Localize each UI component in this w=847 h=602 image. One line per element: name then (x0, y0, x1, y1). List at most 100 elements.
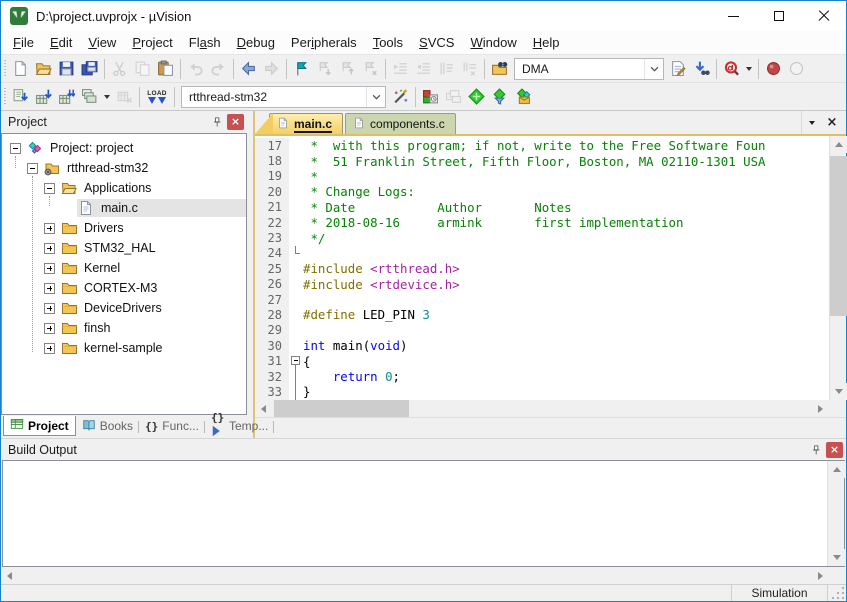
editor-horizontal-scrollbar[interactable] (255, 400, 846, 417)
build-button[interactable] (32, 85, 55, 108)
tree-item-drivers[interactable]: Drivers (2, 218, 246, 238)
tree-expander-minus[interactable] (27, 163, 38, 174)
close-document-button[interactable]: × (822, 113, 842, 133)
stop-build-button[interactable] (113, 85, 136, 108)
redo-button[interactable] (207, 57, 230, 80)
project-panel-pin-button[interactable] (208, 114, 225, 130)
editor-vertical-scrollbar[interactable] (829, 136, 846, 400)
search-combobox[interactable]: DMA (514, 58, 664, 80)
tree-expander-minus[interactable] (44, 183, 55, 194)
build-output-pin-button[interactable] (807, 442, 824, 458)
scroll-right-button[interactable] (812, 400, 829, 417)
tree-expander-plus[interactable] (44, 343, 55, 354)
panel-tab-func[interactable]: {}Func... (139, 416, 205, 436)
tree-expander-plus[interactable] (44, 263, 55, 274)
open-file-button[interactable] (32, 57, 55, 80)
download-load-button[interactable]: LOAD (143, 85, 171, 109)
fold-collapse-button[interactable] (291, 356, 300, 365)
target-combobox[interactable]: rtthread-stm32 (181, 86, 386, 108)
paste-button[interactable] (154, 57, 177, 80)
panel-tab-project[interactable]: Project (3, 416, 76, 436)
build-output-text[interactable] (3, 461, 827, 566)
undo-button[interactable] (184, 57, 207, 80)
scroll-left-button[interactable] (1, 567, 18, 584)
scroll-down-button[interactable] (828, 549, 845, 566)
search-combobox-dropdown-button[interactable] (644, 59, 663, 79)
tree-item-rtthread-stm32[interactable]: rtthread-stm32 (2, 158, 246, 178)
uncomment-selection-button[interactable] (458, 57, 481, 80)
select-software-packs-button[interactable] (488, 85, 511, 108)
batch-build-button[interactable] (78, 85, 101, 108)
toolbar-grip[interactable] (4, 88, 6, 106)
tree-expander-plus[interactable] (44, 283, 55, 294)
tree-expander-plus[interactable] (44, 223, 55, 234)
editor-tab-components-c[interactable]: components.c (345, 113, 456, 134)
unindent-button[interactable] (412, 57, 435, 80)
menu-peripherals[interactable]: Peripherals (283, 32, 365, 53)
editor-hscroll-thumb[interactable] (274, 400, 409, 417)
toolbar-grip[interactable] (4, 60, 6, 78)
save-all-button[interactable] (78, 57, 101, 80)
minimize-button[interactable] (711, 1, 756, 31)
tree-item-finsh[interactable]: finsh (2, 318, 246, 338)
build-output-horizontal-scrollbar[interactable] (1, 567, 846, 584)
maximize-button[interactable] (756, 1, 801, 31)
find-in-files-dialog-button[interactable] (667, 57, 690, 80)
tree-item-project-project[interactable]: Project: project (2, 138, 246, 158)
enable-disable-breakpoint-button[interactable] (785, 57, 808, 80)
tree-expander-plus[interactable] (44, 323, 55, 334)
batch-build-dropdown-caret[interactable] (101, 85, 113, 108)
multi-project-workspace-button[interactable] (442, 85, 465, 108)
incremental-find-button[interactable] (690, 57, 713, 80)
scroll-up-button[interactable] (828, 461, 845, 478)
tree-item-applications[interactable]: Applications (2, 178, 246, 198)
insert-remove-breakpoint-button[interactable] (762, 57, 785, 80)
debug-dropdown-caret[interactable] (743, 57, 755, 80)
navigate-back-button[interactable] (237, 57, 260, 80)
menu-flash[interactable]: Flash (181, 32, 229, 53)
copy-button[interactable] (131, 57, 154, 80)
menu-debug[interactable]: Debug (229, 32, 283, 53)
tree-item-stm32-hal[interactable]: STM32_HAL (2, 238, 246, 258)
menu-tools[interactable]: Tools (365, 32, 411, 53)
menu-file[interactable]: File (5, 32, 42, 53)
tree-item-devicedrivers[interactable]: DeviceDrivers (2, 298, 246, 318)
code-editor[interactable]: 17 * with this program; if not, write to… (255, 136, 829, 400)
pack-installer-button[interactable] (511, 85, 534, 108)
cut-button[interactable] (108, 57, 131, 80)
bookmark-toggle-button[interactable] (290, 57, 313, 80)
tree-item-kernel-sample[interactable]: kernel-sample (2, 338, 246, 358)
project-panel-close-button[interactable]: × (227, 114, 244, 130)
build-output-vertical-scrollbar[interactable] (827, 461, 844, 566)
rebuild-all-button[interactable] (55, 85, 78, 108)
panel-tab-books[interactable]: Books (76, 416, 139, 436)
tree-item-kernel[interactable]: Kernel (2, 258, 246, 278)
close-button[interactable] (801, 1, 846, 31)
menu-help[interactable]: Help (525, 32, 568, 53)
navigate-forward-button[interactable] (260, 57, 283, 80)
indent-button[interactable] (389, 57, 412, 80)
scroll-up-button[interactable] (830, 136, 847, 153)
bookmark-prev-button[interactable] (336, 57, 359, 80)
new-file-button[interactable] (9, 57, 32, 80)
editor-tab-main-c[interactable]: main.c (269, 113, 343, 134)
target-options-button[interactable] (389, 85, 412, 108)
tab-list-dropdown-button[interactable] (802, 113, 822, 133)
panel-tab-temp[interactable]: {}Temp... (205, 416, 274, 436)
translate-file-button[interactable] (9, 85, 32, 108)
tree-item-main-c[interactable]: main.c (2, 198, 246, 218)
editor-vscroll-thumb[interactable] (830, 156, 847, 316)
tree-item-cortex-m3[interactable]: CORTEX-M3 (2, 278, 246, 298)
scroll-left-button[interactable] (255, 400, 272, 417)
bookmark-clear-all-button[interactable] (359, 57, 382, 80)
start-stop-debug-button[interactable] (720, 57, 743, 80)
menu-window[interactable]: Window (462, 32, 524, 53)
comment-selection-button[interactable] (435, 57, 458, 80)
scroll-right-button[interactable] (812, 567, 829, 584)
target-combobox-dropdown-button[interactable] (366, 87, 385, 107)
manage-project-items-button[interactable] (419, 85, 442, 108)
build-output-close-button[interactable]: × (826, 442, 843, 458)
menu-edit[interactable]: Edit (42, 32, 80, 53)
scroll-down-button[interactable] (830, 383, 847, 400)
project-tree[interactable]: Project: projectrtthread-stm32Applicatio… (1, 133, 247, 414)
